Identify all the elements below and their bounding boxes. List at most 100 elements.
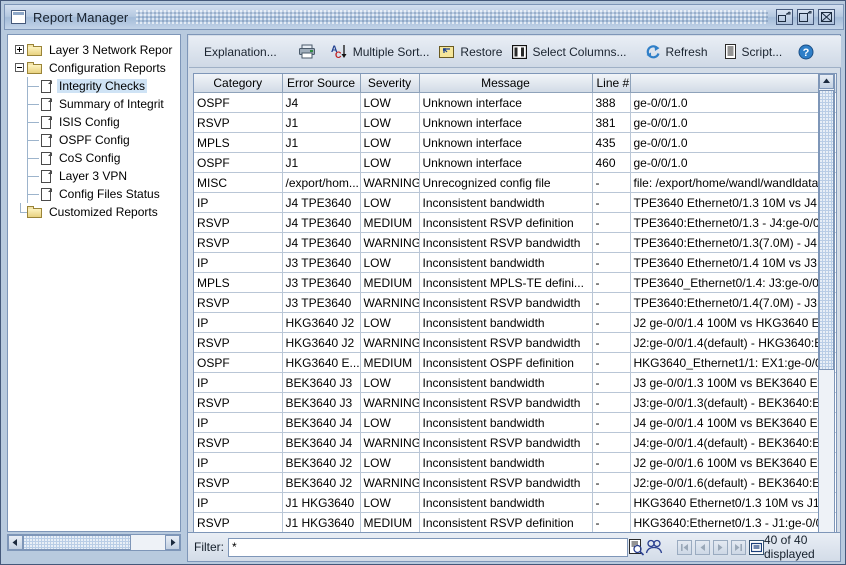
table-row[interactable]: RSVP BEK3640 J2 WARNING Inconsistent RSVP b… (194, 472, 836, 493)
table-row[interactable]: RSVP J1 LOW Unknown interface 381 ge-0/0/1.0 (194, 112, 836, 133)
scroll-up-button[interactable] (819, 74, 834, 89)
close-button[interactable] (818, 9, 835, 25)
table-row[interactable]: IP J1 HKG3640 LOW Inconsistent bandwidth - HK… (194, 492, 836, 513)
table-cell: Inconsistent RSVP definition (419, 512, 593, 533)
table-row[interactable]: RSVP J4 TPE3640 MEDIUM Inconsistent RSVP de… (194, 212, 836, 233)
help-icon: ? (798, 44, 814, 60)
tree-line (20, 203, 21, 212)
table-row[interactable]: IP J3 TPE3640 LOW Inconsistent bandwidth - TP… (194, 252, 836, 273)
table-cell: Inconsistent bandwidth (419, 452, 593, 473)
report-content-panel: Explanation... A C Multiple Sort... Rest… (187, 34, 841, 553)
table-cell: IP (194, 452, 283, 473)
last-page-button[interactable] (731, 539, 746, 555)
table-cell: - (592, 172, 631, 193)
table-cell: IP (194, 192, 283, 213)
explanation-button[interactable]: Explanation... (199, 39, 282, 65)
refresh-button[interactable]: Refresh (640, 39, 713, 65)
expand-icon[interactable] (15, 45, 24, 54)
tree-scroll-track[interactable] (23, 535, 165, 550)
table-row[interactable]: RSVP J3 TPE3640 WARNING Inconsistent RSVP b… (194, 292, 836, 313)
table-row[interactable]: RSVP J1 HKG3640 MEDIUM Inconsistent RSVP de… (194, 512, 836, 533)
tree-scroll-thumb[interactable] (23, 535, 131, 550)
column-header[interactable]: Error Source (282, 74, 361, 93)
table-row[interactable]: OSPF J1 LOW Unknown interface 460 ge-0/0/1.0 (194, 152, 836, 173)
find-user-icon[interactable] (645, 539, 663, 555)
column-header[interactable]: Category (194, 74, 283, 93)
tree-item-layer-3-vpn[interactable]: Layer 3 VPN (14, 167, 180, 185)
vertical-scroll-thumb[interactable] (819, 90, 834, 370)
table-header-row[interactable]: Category Error Source Severity Message Line … (194, 74, 836, 93)
table-row[interactable]: IP BEK3640 J4 LOW Inconsistent bandwidth - J4… (194, 412, 836, 433)
tree-item-summary-of-integrit[interactable]: Summary of Integrit (14, 95, 180, 113)
table-row[interactable]: IP BEK3640 J3 LOW Inconsistent bandwidth - J3… (194, 372, 836, 393)
table-vertical-scrollbar[interactable] (818, 73, 835, 553)
table-row[interactable]: IP HKG3640 J2 LOW Inconsistent bandwidth - J2… (194, 312, 836, 333)
next-page-button[interactable] (713, 539, 728, 555)
table-cell: - (592, 412, 631, 433)
tree-item-cos-config[interactable]: CoS Config (14, 149, 180, 167)
filter-input[interactable] (228, 537, 628, 557)
table-cell: BEK3640 J2 (282, 452, 361, 473)
integrity-checks-table[interactable]: Category Error Source Severity Message Line … (193, 73, 837, 553)
table-cell: J2 ge-0/0/1.6 100M vs BEK3640 Et (630, 452, 836, 473)
table-row[interactable]: MPLS J3 TPE3640 MEDIUM Inconsistent MPLS-TE… (194, 272, 836, 293)
tree-item-label: Integrity Checks (57, 79, 148, 93)
tree-item-ospf-config[interactable]: OSPF Config (14, 131, 180, 149)
tree-scroll-left-button[interactable] (8, 535, 23, 550)
tree-scroll-right-button[interactable] (165, 535, 180, 550)
table-cell: OSPF (194, 352, 283, 373)
window-icon (11, 10, 26, 24)
tree-horizontal-scrollbar[interactable] (7, 534, 181, 551)
print-button[interactable] (294, 39, 326, 65)
columns-icon (512, 44, 528, 59)
first-page-button[interactable] (677, 539, 692, 555)
script-button[interactable]: Script... (719, 39, 788, 65)
table-cell: Inconsistent RSVP bandwidth (419, 292, 593, 313)
table-cell: MISC (194, 172, 283, 193)
table-cell: LOW (360, 372, 420, 393)
previous-page-button[interactable] (695, 539, 710, 555)
table-row[interactable]: RSVP BEK3640 J3 WARNING Inconsistent RSVP b… (194, 392, 836, 413)
tree-item-isis-config[interactable]: ISIS Config (14, 113, 180, 131)
column-header[interactable]: Message (419, 74, 593, 93)
find-in-document-icon[interactable] (628, 538, 645, 556)
table-row[interactable]: MPLS J1 LOW Unknown interface 435 ge-0/0/1.0 (194, 132, 836, 153)
table-row[interactable]: RSVP J4 TPE3640 WARNING Inconsistent RSVP b… (194, 232, 836, 253)
table-cell: BEK3640 J2 (282, 472, 361, 493)
restore-button[interactable]: Restore (434, 39, 507, 65)
table-row[interactable]: MISC/export/hom... WARNING Unrecognized co… (194, 172, 836, 193)
printer-icon (298, 44, 316, 59)
tree-item-integrity-checks[interactable]: Integrity Checks (14, 77, 180, 95)
table-cell: WARNING (360, 172, 420, 193)
column-header[interactable]: Detail (630, 74, 836, 93)
tree-item-label: Config Files Status (59, 187, 160, 201)
table-cell: OSPF (194, 92, 283, 113)
table-cell: HKG3640 J2 (282, 332, 361, 353)
table-cell: MEDIUM (360, 212, 420, 233)
collapse-icon[interactable] (15, 63, 24, 72)
tree-indent (14, 185, 40, 203)
table-row[interactable]: OSPF J4 LOW Unknown interface 388 ge-0/0/1.0 (194, 92, 836, 113)
table-row[interactable]: OSPF HKG3640 E... MEDIUM Inconsistent OSPF … (194, 352, 836, 373)
table-cell: Inconsistent bandwidth (419, 252, 593, 273)
table-cell: - (592, 292, 631, 313)
table-row[interactable]: IP BEK3640 J2 LOW Inconsistent bandwidth - J2… (194, 452, 836, 473)
column-header[interactable]: Severity (360, 74, 420, 93)
restore-button[interactable] (776, 9, 793, 25)
table-row[interactable]: RSVP HKG3640 J2 WARNING Inconsistent RSVP b… (194, 332, 836, 353)
multiple-sort-button[interactable]: A C Multiple Sort... (326, 39, 435, 65)
table-row[interactable]: IP J4 TPE3640 LOW Inconsistent bandwidth - TP… (194, 192, 836, 213)
folder-icon (27, 43, 43, 57)
details-button[interactable] (749, 539, 764, 555)
select-columns-button[interactable]: Select Columns... (507, 39, 631, 65)
tree-item-configuration-reports[interactable]: Configuration Reports (14, 59, 180, 77)
table-row[interactable]: RSVP BEK3640 J4 WARNING Inconsistent RSVP b… (194, 432, 836, 453)
tree-item-layer-3-network-repor[interactable]: Layer 3 Network Repor (14, 41, 180, 59)
tree-item-customized-reports[interactable]: Customized Reports (14, 203, 180, 221)
tree-item-config-files-status[interactable]: Config Files Status (14, 185, 180, 203)
reports-tree-panel[interactable]: Layer 3 Network Repor Configuration Repor… (7, 34, 181, 532)
help-button[interactable]: ? (793, 39, 824, 65)
maximize-button[interactable] (797, 9, 814, 25)
column-header[interactable]: Line # (592, 74, 631, 93)
table-cell: RSVP (194, 392, 283, 413)
